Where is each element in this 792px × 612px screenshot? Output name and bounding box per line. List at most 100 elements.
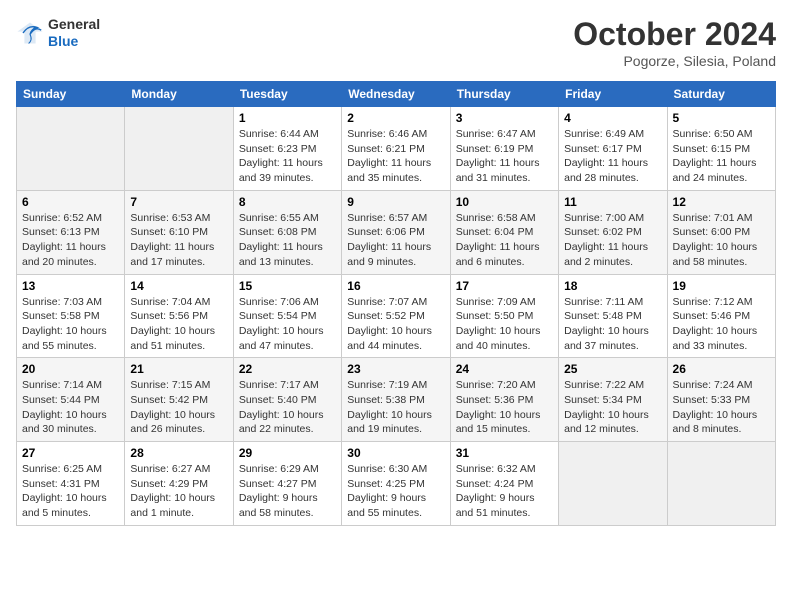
- calendar-week-5: 27Sunrise: 6:25 AMSunset: 4:31 PMDayligh…: [17, 442, 776, 526]
- day-number: 2: [347, 111, 444, 125]
- calendar-body: 1 Sunrise: 6:44 AMSunset: 6:23 PMDaylight…: [17, 107, 776, 526]
- day-number: 12: [673, 195, 770, 209]
- logo-general: General: [48, 16, 100, 33]
- day-number: 9: [347, 195, 444, 209]
- day-number: 18: [564, 279, 661, 293]
- day-number: 28: [130, 446, 227, 460]
- calendar-cell: 2 Sunrise: 6:46 AMSunset: 6:21 PMDaylight…: [342, 107, 450, 191]
- calendar-cell: 16 Sunrise: 7:07 AMSunset: 5:52 PMDayligh…: [342, 274, 450, 358]
- cell-content: Sunrise: 7:15 AMSunset: 5:42 PMDaylight:…: [130, 378, 227, 437]
- day-number: 1: [239, 111, 336, 125]
- col-friday: Friday: [559, 82, 667, 107]
- cell-content: Sunrise: 7:22 AMSunset: 5:34 PMDaylight:…: [564, 378, 661, 437]
- cell-content: Sunrise: 6:46 AMSunset: 6:21 PMDaylight:…: [347, 127, 444, 186]
- calendar-cell: 22 Sunrise: 7:17 AMSunset: 5:40 PMDayligh…: [233, 358, 341, 442]
- calendar-cell: 8Sunrise: 6:55 AMSunset: 6:08 PMDaylight…: [233, 190, 341, 274]
- cell-content: Sunrise: 6:52 AMSunset: 6:13 PMDaylight:…: [22, 211, 119, 270]
- col-saturday: Saturday: [667, 82, 775, 107]
- calendar-cell: 11 Sunrise: 7:00 AMSunset: 6:02 PMDayligh…: [559, 190, 667, 274]
- day-number: 23: [347, 362, 444, 376]
- cell-content: Sunrise: 7:14 AMSunset: 5:44 PMDaylight:…: [22, 378, 119, 437]
- cell-content: Sunrise: 6:29 AMSunset: 4:27 PMDaylight:…: [239, 462, 336, 521]
- cell-content: Sunrise: 6:47 AMSunset: 6:19 PMDaylight:…: [456, 127, 553, 186]
- cell-content: Sunrise: 7:20 AMSunset: 5:36 PMDaylight:…: [456, 378, 553, 437]
- logo: General Blue: [16, 16, 100, 50]
- calendar-cell: 13Sunrise: 7:03 AMSunset: 5:58 PMDayligh…: [17, 274, 125, 358]
- calendar-cell: 19 Sunrise: 7:12 AMSunset: 5:46 PMDayligh…: [667, 274, 775, 358]
- calendar-cell: 30 Sunrise: 6:30 AMSunset: 4:25 PMDayligh…: [342, 442, 450, 526]
- page-header: General Blue October 2024 Pogorze, Siles…: [16, 16, 776, 69]
- calendar-week-4: 20 Sunrise: 7:14 AMSunset: 5:44 PMDayligh…: [17, 358, 776, 442]
- cell-content: Sunrise: 6:44 AMSunset: 6:23 PMDaylight:…: [239, 127, 336, 186]
- calendar-week-2: 6Sunrise: 6:52 AMSunset: 6:13 PMDaylight…: [17, 190, 776, 274]
- calendar-cell: 20 Sunrise: 7:14 AMSunset: 5:44 PMDayligh…: [17, 358, 125, 442]
- cell-content: Sunrise: 7:07 AMSunset: 5:52 PMDaylight:…: [347, 295, 444, 354]
- logo-text: General Blue: [48, 16, 100, 50]
- cell-content: Sunrise: 7:03 AMSunset: 5:58 PMDaylight:…: [22, 295, 119, 354]
- day-number: 17: [456, 279, 553, 293]
- day-number: 19: [673, 279, 770, 293]
- calendar-cell: [667, 442, 775, 526]
- cell-content: Sunrise: 6:53 AMSunset: 6:10 PMDaylight:…: [130, 211, 227, 270]
- calendar-week-1: 1 Sunrise: 6:44 AMSunset: 6:23 PMDaylight…: [17, 107, 776, 191]
- calendar-cell: [17, 107, 125, 191]
- logo-blue: Blue: [48, 33, 100, 50]
- calendar-cell: 25 Sunrise: 7:22 AMSunset: 5:34 PMDayligh…: [559, 358, 667, 442]
- calendar-cell: 17Sunrise: 7:09 AMSunset: 5:50 PMDayligh…: [450, 274, 558, 358]
- day-number: 30: [347, 446, 444, 460]
- day-number: 11: [564, 195, 661, 209]
- title-area: October 2024 Pogorze, Silesia, Poland: [573, 16, 776, 69]
- col-thursday: Thursday: [450, 82, 558, 107]
- header-row: Sunday Monday Tuesday Wednesday Thursday…: [17, 82, 776, 107]
- logo-bird-icon: [16, 19, 44, 47]
- calendar-table: Sunday Monday Tuesday Wednesday Thursday…: [16, 81, 776, 526]
- cell-content: Sunrise: 7:12 AMSunset: 5:46 PMDaylight:…: [673, 295, 770, 354]
- day-number: 10: [456, 195, 553, 209]
- day-number: 16: [347, 279, 444, 293]
- day-number: 24: [456, 362, 553, 376]
- calendar-cell: 18 Sunrise: 7:11 AMSunset: 5:48 PMDayligh…: [559, 274, 667, 358]
- calendar-cell: 10Sunrise: 6:58 AMSunset: 6:04 PMDayligh…: [450, 190, 558, 274]
- day-number: 22: [239, 362, 336, 376]
- month-title: October 2024: [573, 16, 776, 53]
- cell-content: Sunrise: 7:00 AMSunset: 6:02 PMDaylight:…: [564, 211, 661, 270]
- calendar-cell: [559, 442, 667, 526]
- cell-content: Sunrise: 6:49 AMSunset: 6:17 PMDaylight:…: [564, 127, 661, 186]
- calendar-cell: 26 Sunrise: 7:24 AMSunset: 5:33 PMDayligh…: [667, 358, 775, 442]
- calendar-week-3: 13Sunrise: 7:03 AMSunset: 5:58 PMDayligh…: [17, 274, 776, 358]
- col-sunday: Sunday: [17, 82, 125, 107]
- calendar-cell: 12Sunrise: 7:01 AMSunset: 6:00 PMDayligh…: [667, 190, 775, 274]
- day-number: 7: [130, 195, 227, 209]
- calendar-cell: 6Sunrise: 6:52 AMSunset: 6:13 PMDaylight…: [17, 190, 125, 274]
- calendar-cell: 3Sunrise: 6:47 AMSunset: 6:19 PMDaylight…: [450, 107, 558, 191]
- cell-content: Sunrise: 7:17 AMSunset: 5:40 PMDaylight:…: [239, 378, 336, 437]
- calendar-cell: 21 Sunrise: 7:15 AMSunset: 5:42 PMDayligh…: [125, 358, 233, 442]
- calendar-cell: 1 Sunrise: 6:44 AMSunset: 6:23 PMDaylight…: [233, 107, 341, 191]
- calendar-header: Sunday Monday Tuesday Wednesday Thursday…: [17, 82, 776, 107]
- day-number: 8: [239, 195, 336, 209]
- day-number: 21: [130, 362, 227, 376]
- cell-content: Sunrise: 7:11 AMSunset: 5:48 PMDaylight:…: [564, 295, 661, 354]
- day-number: 14: [130, 279, 227, 293]
- calendar-cell: 4 Sunrise: 6:49 AMSunset: 6:17 PMDaylight…: [559, 107, 667, 191]
- day-number: 25: [564, 362, 661, 376]
- day-number: 4: [564, 111, 661, 125]
- calendar-cell: 31Sunrise: 6:32 AMSunset: 4:24 PMDayligh…: [450, 442, 558, 526]
- col-wednesday: Wednesday: [342, 82, 450, 107]
- cell-content: Sunrise: 6:57 AMSunset: 6:06 PMDaylight:…: [347, 211, 444, 270]
- cell-content: Sunrise: 7:06 AMSunset: 5:54 PMDaylight:…: [239, 295, 336, 354]
- cell-content: Sunrise: 7:04 AMSunset: 5:56 PMDaylight:…: [130, 295, 227, 354]
- day-number: 29: [239, 446, 336, 460]
- calendar-cell: [125, 107, 233, 191]
- cell-content: Sunrise: 7:24 AMSunset: 5:33 PMDaylight:…: [673, 378, 770, 437]
- day-number: 31: [456, 446, 553, 460]
- calendar-cell: 9 Sunrise: 6:57 AMSunset: 6:06 PMDaylight…: [342, 190, 450, 274]
- cell-content: Sunrise: 6:30 AMSunset: 4:25 PMDaylight:…: [347, 462, 444, 521]
- day-number: 5: [673, 111, 770, 125]
- calendar-cell: 24 Sunrise: 7:20 AMSunset: 5:36 PMDayligh…: [450, 358, 558, 442]
- col-tuesday: Tuesday: [233, 82, 341, 107]
- calendar-cell: 5Sunrise: 6:50 AMSunset: 6:15 PMDaylight…: [667, 107, 775, 191]
- day-number: 20: [22, 362, 119, 376]
- day-number: 26: [673, 362, 770, 376]
- calendar-cell: 29 Sunrise: 6:29 AMSunset: 4:27 PMDayligh…: [233, 442, 341, 526]
